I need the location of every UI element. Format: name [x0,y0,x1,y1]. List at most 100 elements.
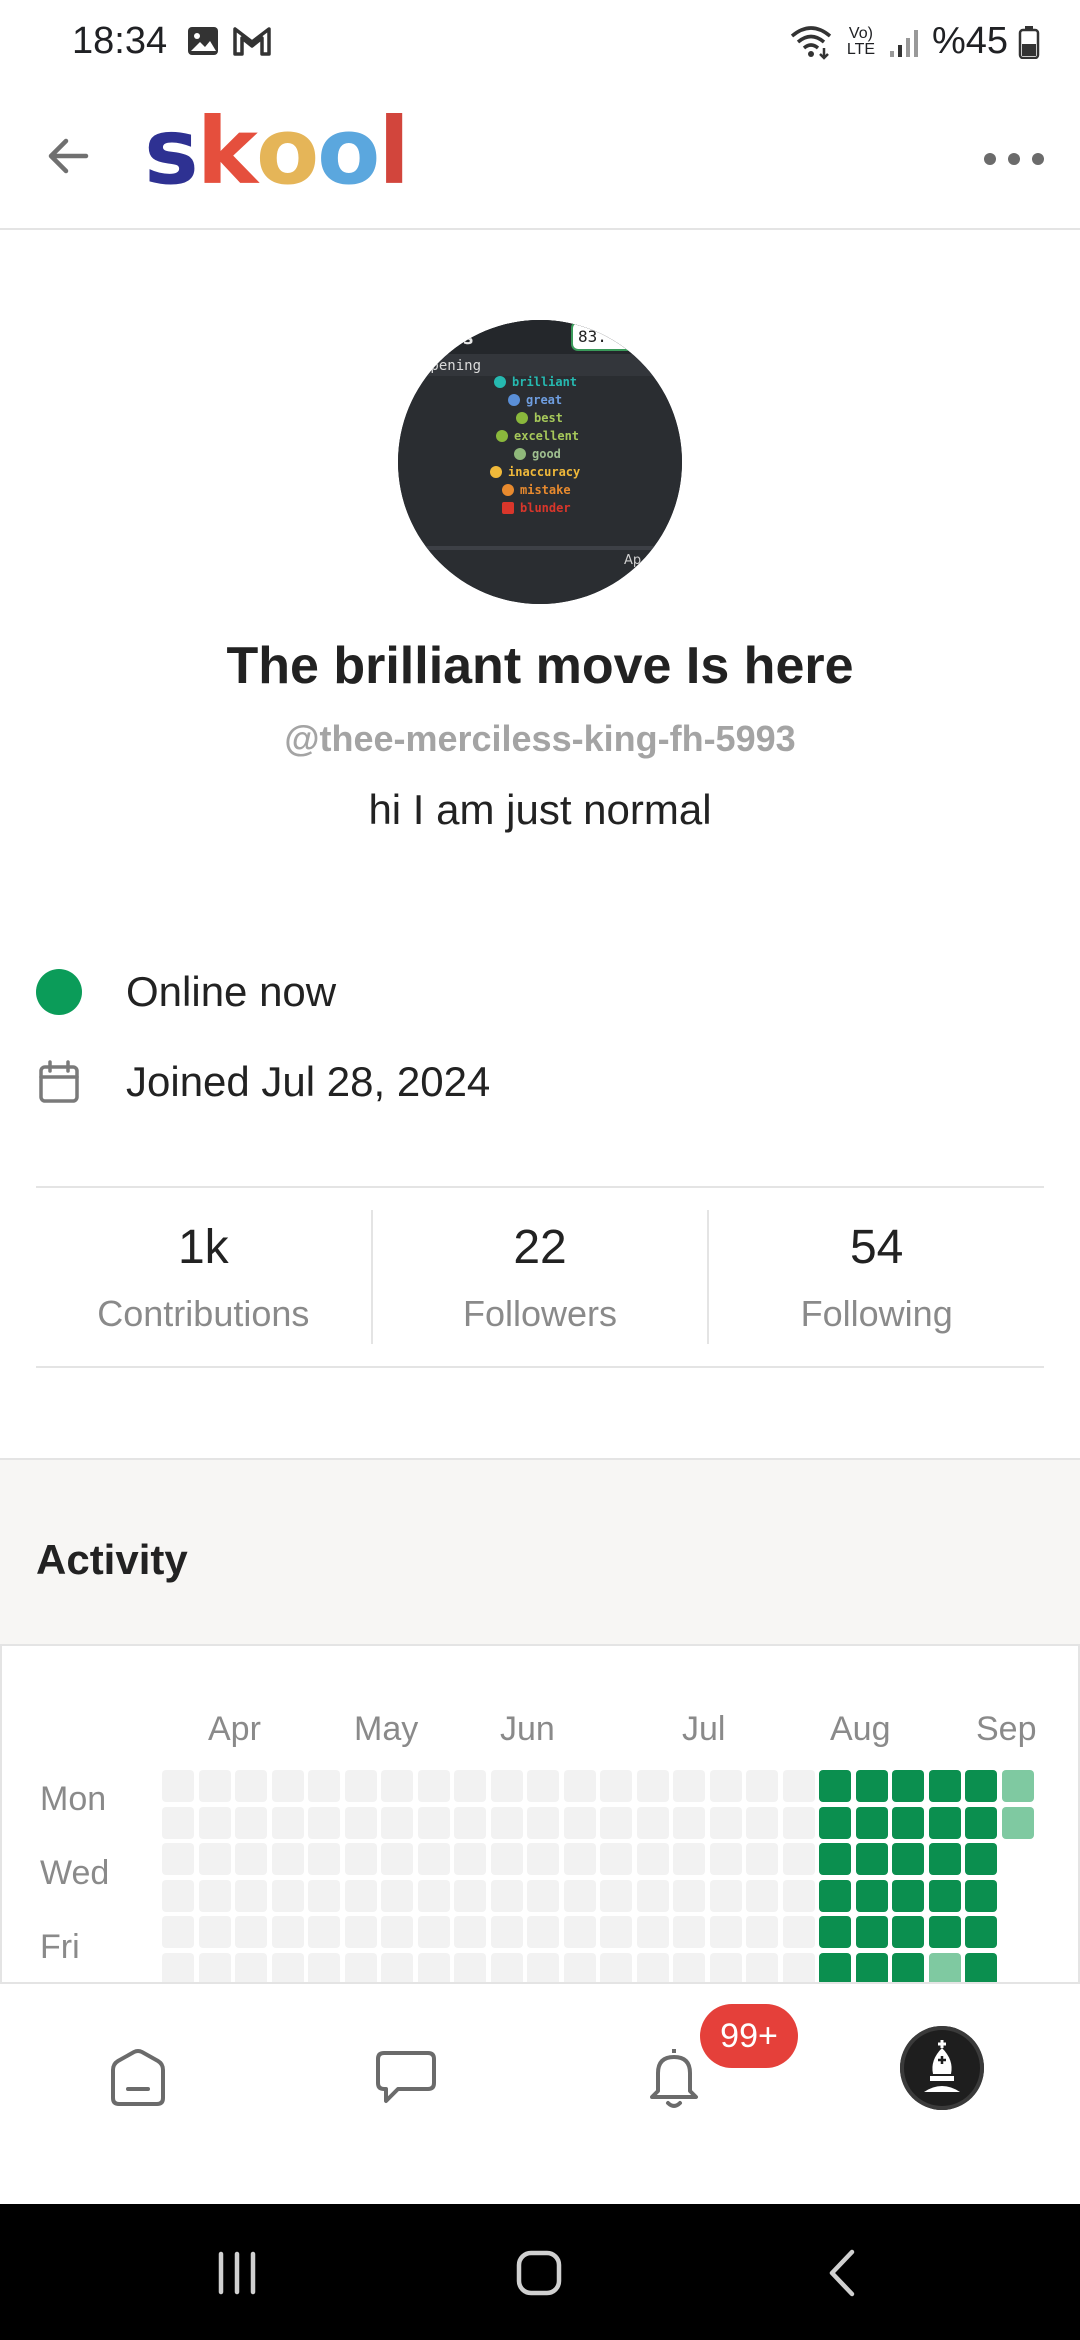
heatmap-cell [782,1952,815,1982]
stat-label: Contributions [97,1292,310,1334]
heatmap-cell [162,1879,194,1912]
heatmap-cell [819,1952,851,1982]
heatmap-cell [855,1952,888,1982]
heatmap-cell [928,1952,961,1982]
heatmap-cell [563,1916,596,1948]
more-dot-icon [1032,153,1044,165]
heatmap-cell [271,1916,304,1948]
heatmap-cell [563,1806,596,1839]
image-text: brilliant [512,375,577,389]
heatmap-cell [819,1843,851,1875]
status-bar: 18:34 Vo) LTE %45 [0,0,1080,84]
heatmap-cell [527,1770,559,1802]
heatmap-cell [709,1806,742,1839]
heatmap-cell [965,1843,997,1875]
heatmap-cell [271,1806,304,1839]
calendar-icon [36,1059,82,1105]
more-options-button[interactable] [984,144,1044,174]
month-label: Apr [208,1710,261,1748]
battery-icon [1018,25,1040,59]
month-label: Jul [682,1710,726,1748]
month-label: Aug [830,1710,891,1748]
heatmap-cell [855,1770,888,1802]
stat-contributions[interactable]: 1k Contributions [36,1188,371,1366]
heatmap-cell [1001,1770,1034,1802]
heatmap-cell [673,1770,705,1802]
gmail-notification-icon [233,27,271,56]
heatmap-cell [162,1916,194,1948]
logo-letter: o [317,98,380,205]
heatmap-cell [636,1806,669,1839]
heatmap-cell [1002,1953,1034,1983]
heatmap-cell [782,1806,815,1839]
heatmap-cell [381,1806,413,1839]
heatmap-cell [1002,1843,1034,1875]
heatmap-cell [855,1916,888,1948]
app-header: skool [0,84,1080,230]
back-button[interactable] [36,124,100,188]
heatmap-cell [782,1879,815,1912]
heatmap-cell [417,1843,450,1875]
image-text: Opening [422,358,481,374]
home-system-button[interactable] [504,2238,574,2308]
skool-logo[interactable]: skool [144,98,410,205]
heatmap-cell [709,1843,742,1875]
stat-following[interactable]: 54 Following [707,1210,1044,1344]
nav-profile-avatar[interactable] [900,2026,984,2110]
recent-apps-button[interactable] [202,2238,272,2308]
heatmap-cell [454,1952,486,1982]
heatmap-cell [381,1952,413,1982]
heatmap-cell [490,1843,523,1875]
heatmap-cell [673,1879,705,1912]
heatmap-cell [600,1770,632,1802]
stat-value: 22 [513,1220,567,1274]
heatmap-cell [198,1806,231,1839]
heatmap-cell [709,1916,742,1948]
heatmap-cell [344,1843,377,1875]
nav-home[interactable] [96,2036,180,2120]
image-text: inaccuracy [508,465,580,479]
heatmap-cell [1002,1880,1034,1912]
heatmap-cell [600,1806,632,1839]
bottom-nav: 99+ [0,1982,1080,2204]
heatmap-cell [600,1879,632,1912]
heatmap-cell [673,1916,705,1948]
image-text: 83. [578,327,607,346]
chevron-left-icon [829,2249,855,2297]
heatmap-cell [892,1770,924,1802]
heatmap-cell [965,1806,997,1839]
logo-letter: s [144,98,199,205]
heatmap-cell [308,1806,340,1839]
heatmap-cell [636,1916,669,1948]
heatmap-cell [235,1843,267,1875]
month-label: May [354,1710,419,1748]
heatmap-cell [490,1806,523,1839]
heatmap-cell [673,1952,705,1982]
heatmap-cell [271,1879,304,1912]
more-dot-icon [1008,153,1020,165]
heatmap-cell [782,1843,815,1875]
chat-icon [376,2051,436,2103]
heatmap-cell [673,1843,705,1875]
profile-avatar[interactable]: ies 83. Opening brilliant great best exc… [398,320,682,604]
image-text: Ap [624,553,641,568]
stat-followers[interactable]: 22 Followers [370,1210,708,1344]
heatmap-cell [308,1843,340,1875]
heatmap-cell [454,1843,486,1875]
day-label: Mon [40,1780,107,1818]
joined-date-row: Joined Jul 28, 2024 [36,1058,490,1106]
heatmap-cell [344,1952,377,1982]
heatmap-cell [819,1879,851,1912]
profile-bio: hi I am just normal [368,786,712,833]
heatmap-cell [892,1843,924,1875]
stat-label: Followers [462,1292,618,1334]
heatmap-cell [819,1770,851,1802]
nav-chat[interactable] [364,2036,448,2120]
heatmap-cell [819,1806,851,1839]
heatmap-cell [417,1879,450,1912]
day-label: Wed [40,1854,110,1892]
system-back-button[interactable] [808,2238,878,2308]
heatmap-cell [235,1952,267,1982]
online-status-text: Online now [126,968,337,1015]
heatmap-cell [198,1770,231,1802]
